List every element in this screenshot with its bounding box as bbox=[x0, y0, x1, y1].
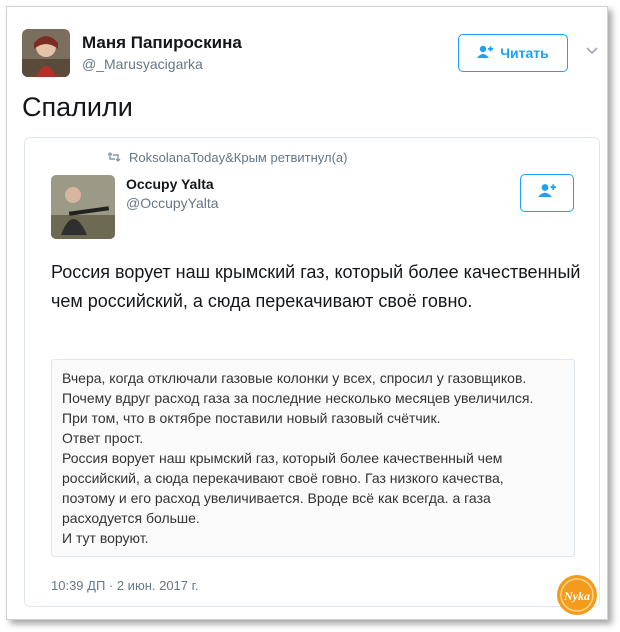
add-user-icon bbox=[538, 183, 556, 203]
quote-author-avatar[interactable] bbox=[51, 175, 115, 239]
author-avatar[interactable] bbox=[22, 29, 70, 77]
attachment-line: поэтому и его расход увеличивается. Врод… bbox=[62, 490, 491, 506]
svg-text:Nyka: Nyka bbox=[563, 589, 590, 603]
follow-button-label: Читать bbox=[500, 45, 549, 61]
attachment-line: Россия ворует наш крымский газ, который … bbox=[62, 450, 503, 466]
site-logo: Nyka bbox=[556, 574, 598, 616]
attachment-line: Почему вдруг расход газа за последние не… bbox=[62, 390, 534, 406]
quote-author-name[interactable]: Occupy Yalta bbox=[126, 176, 214, 192]
retweet-context: RoksolanaToday&Крым ретвитнул(а) bbox=[107, 150, 347, 165]
add-user-icon bbox=[477, 45, 494, 62]
chevron-down-icon[interactable] bbox=[586, 44, 598, 56]
tweet-text: Спалили bbox=[22, 92, 133, 122]
quote-tweet-text: Россия ворует наш крымский газ, который … bbox=[51, 262, 581, 311]
attachment-line: При том, что в октябре поставили новый г… bbox=[62, 410, 441, 426]
author-handle[interactable]: @_Marusyacigarka bbox=[82, 56, 203, 72]
attachment-line: российский, а сюда перекачивают своё гов… bbox=[62, 470, 504, 486]
retweet-icon bbox=[107, 150, 121, 165]
follow-button[interactable]: Читать bbox=[458, 34, 568, 72]
author-name[interactable]: Маня Папироскина bbox=[82, 33, 242, 53]
attachment-line: И тут воруют. bbox=[62, 530, 149, 546]
attachment-line: Вчера, когда отключали газовые колонки у… bbox=[62, 370, 527, 386]
retweet-label: RoksolanaToday&Крым ретвитнул(а) bbox=[129, 150, 348, 165]
attachment-line: расходуется больше. bbox=[62, 510, 200, 526]
attachment-line: Ответ прост. bbox=[62, 430, 144, 446]
tweet-timestamp[interactable]: 10:39 ДП · 2 июн. 2017 г. bbox=[51, 578, 198, 593]
quote-author-handle[interactable]: @OccupyYalta bbox=[126, 195, 219, 211]
quote-follow-button[interactable] bbox=[520, 174, 574, 212]
